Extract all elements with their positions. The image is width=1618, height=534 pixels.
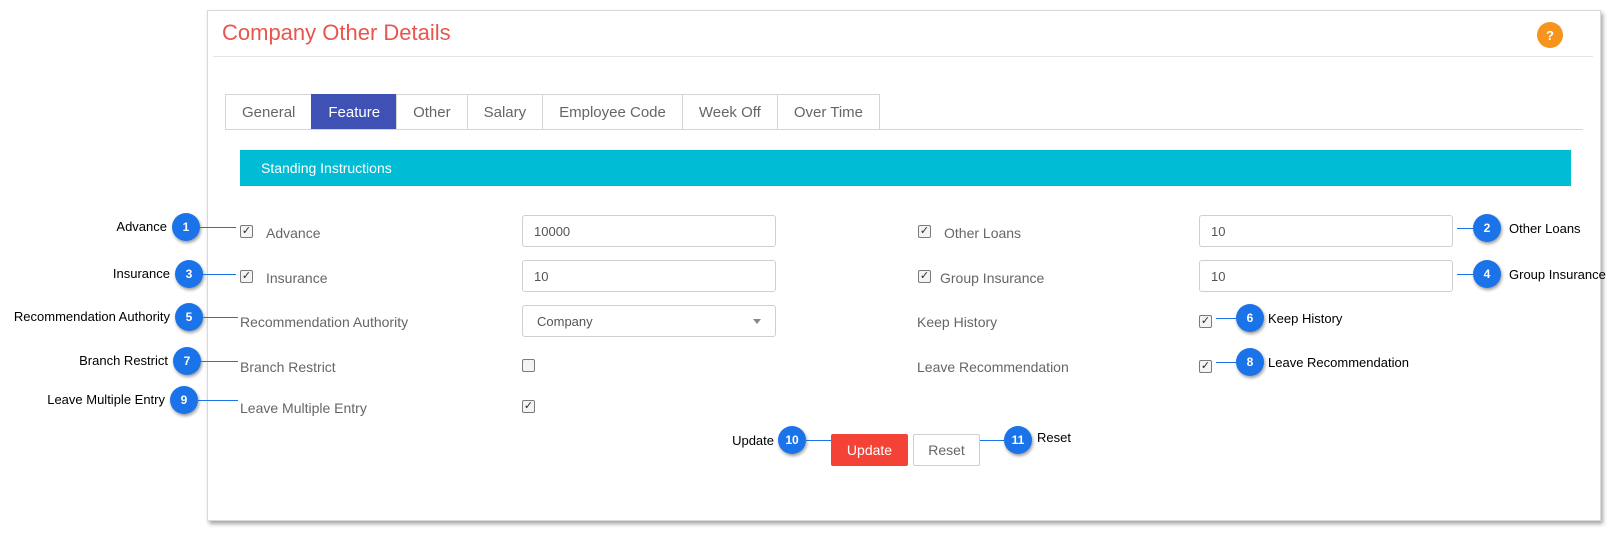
callout-text: Recommendation Authority xyxy=(13,309,170,324)
recommendation-authority-label: Recommendation Authority xyxy=(240,314,409,330)
group-insurance-input[interactable]: 10 xyxy=(1199,260,1453,292)
keep-history-checkbox[interactable]: ✓ xyxy=(1199,315,1212,328)
tab-general[interactable]: General xyxy=(225,94,313,129)
group-insurance-label: Group Insurance xyxy=(940,270,1045,286)
tab-employee-code[interactable]: Employee Code xyxy=(542,94,683,129)
callout-line xyxy=(1457,228,1473,229)
callout-text: Leave Recommendation xyxy=(1268,355,1409,370)
insurance-value: 10 xyxy=(534,268,549,284)
callout-line xyxy=(1457,274,1473,275)
insurance-checkbox[interactable]: ✓ xyxy=(240,270,253,283)
branch-restrict-checkbox[interactable] xyxy=(522,359,535,372)
callout-text: Reset xyxy=(1037,430,1071,445)
callout-text: Other Loans xyxy=(1509,221,1581,236)
recommendation-authority-value: Company xyxy=(537,313,593,329)
callout-badge: 9 xyxy=(170,386,198,414)
leave-multiple-entry-label: Leave Multiple Entry xyxy=(240,400,367,416)
callout-badge: 2 xyxy=(1473,214,1501,242)
tab-over-time[interactable]: Over Time xyxy=(776,94,881,129)
other-loans-input[interactable]: 10 xyxy=(1199,215,1453,247)
callout-text: Update xyxy=(732,433,774,448)
section-title: Standing Instructions xyxy=(261,160,392,176)
group-insurance-checkbox[interactable]: ✓ xyxy=(918,270,931,283)
callout-text: Keep History xyxy=(1268,311,1343,326)
callout-text: Leave Multiple Entry xyxy=(47,392,165,407)
advance-input[interactable]: 10000 xyxy=(522,215,776,247)
tab-feature[interactable]: Feature xyxy=(311,94,398,129)
leave-recommendation-label: Leave Recommendation xyxy=(917,359,1069,375)
title-divider xyxy=(213,56,1593,57)
tab-week-off[interactable]: Week Off xyxy=(681,94,778,129)
other-loans-value: 10 xyxy=(1211,223,1226,239)
callout-badge: 11 xyxy=(1004,426,1032,454)
callout-badge: 1 xyxy=(172,213,200,241)
callout-text: Group Insurance xyxy=(1509,267,1606,282)
recommendation-authority-select[interactable]: Company xyxy=(522,305,776,337)
callout-text: Branch Restrict xyxy=(79,353,168,368)
callout-badge: 5 xyxy=(175,303,203,331)
callout-badge: 8 xyxy=(1236,348,1264,376)
section-header: Standing Instructions xyxy=(240,150,1571,186)
tab-other[interactable]: Other xyxy=(396,94,468,129)
tab-salary[interactable]: Salary xyxy=(466,94,544,129)
update-button[interactable]: Update xyxy=(831,434,908,466)
callout-badge: 7 xyxy=(173,347,201,375)
other-loans-label: Other Loans xyxy=(944,225,1022,241)
advance-checkbox[interactable]: ✓ xyxy=(240,225,253,238)
callout-badge: 10 xyxy=(778,426,806,454)
advance-value: 10000 xyxy=(534,223,571,239)
callout-badge: 4 xyxy=(1473,260,1501,288)
branch-restrict-label: Branch Restrict xyxy=(240,359,336,375)
callout-line xyxy=(201,361,238,362)
callout-text: Advance xyxy=(116,219,167,234)
callout-line xyxy=(1216,318,1236,319)
insurance-label: Insurance xyxy=(266,270,328,286)
leave-multiple-entry-checkbox[interactable]: ✓ xyxy=(522,400,535,413)
chevron-down-icon xyxy=(753,319,761,324)
advance-label: Advance xyxy=(266,225,321,241)
callout-line xyxy=(203,274,236,275)
callout-line xyxy=(203,317,238,318)
callout-badge: 6 xyxy=(1236,304,1264,332)
callout-badge: 3 xyxy=(175,260,203,288)
callout-line xyxy=(806,440,831,441)
leave-recommendation-checkbox[interactable]: ✓ xyxy=(1199,360,1212,373)
insurance-input[interactable]: 10 xyxy=(522,260,776,292)
reset-button[interactable]: Reset xyxy=(913,434,980,466)
callout-line xyxy=(198,400,238,401)
other-loans-checkbox[interactable]: ✓ xyxy=(918,225,931,238)
page-title: Company Other Details xyxy=(222,20,451,45)
callout-line xyxy=(200,227,236,228)
keep-history-label: Keep History xyxy=(917,314,998,330)
tab-bar: General Feature Other Salary Employee Co… xyxy=(225,94,881,129)
callout-line xyxy=(980,440,1004,441)
callout-text: Insurance xyxy=(112,266,170,281)
group-insurance-value: 10 xyxy=(1211,268,1226,284)
help-icon[interactable]: ? xyxy=(1537,22,1563,48)
tabs-divider xyxy=(225,129,1583,130)
callout-line xyxy=(1216,362,1236,363)
